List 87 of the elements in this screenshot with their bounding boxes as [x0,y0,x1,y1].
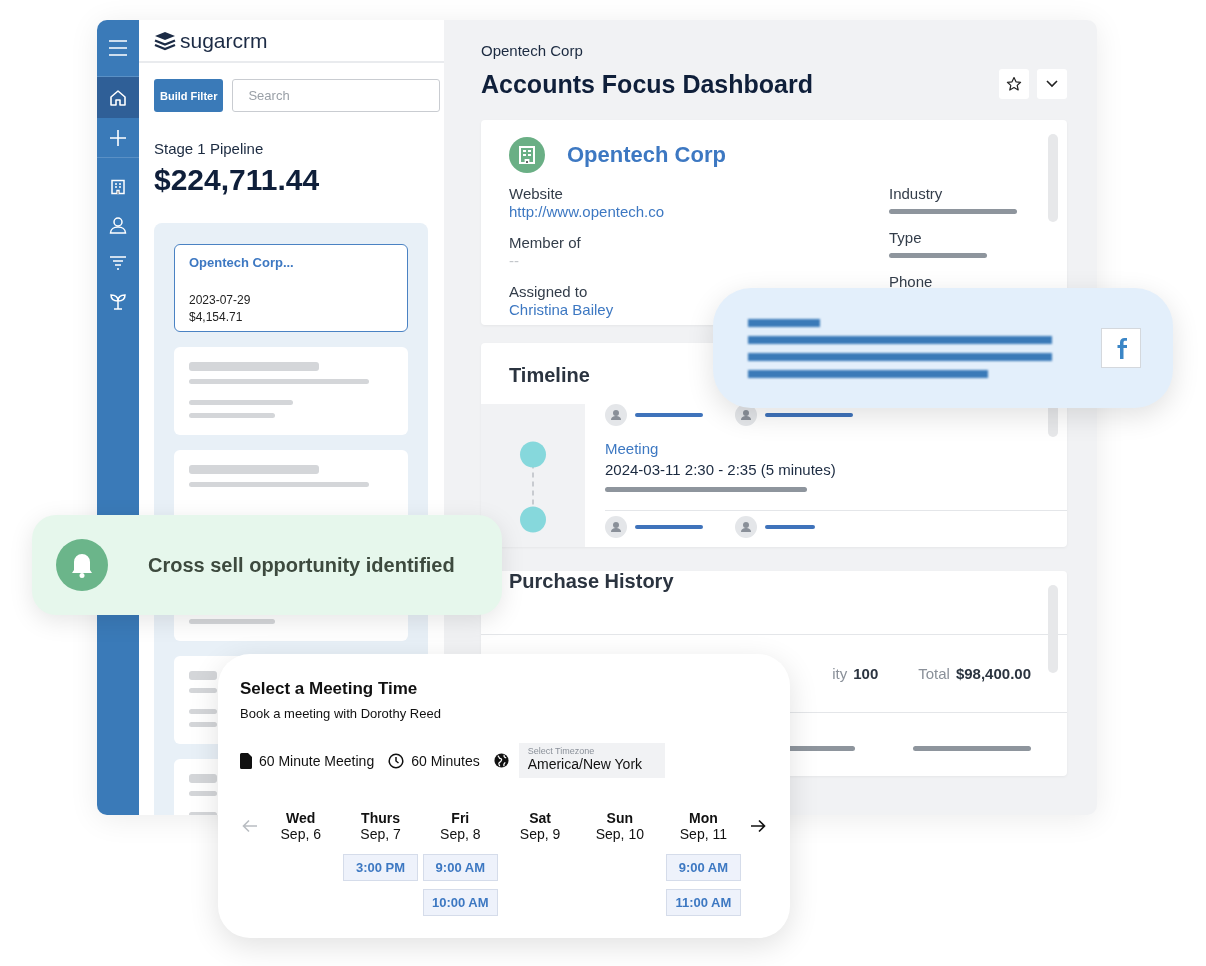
home-icon [109,88,127,107]
skeleton-line [189,774,217,783]
filter-icon [109,255,127,271]
logo-text: sugarcrm [180,28,268,53]
meeting-detail: 60 Minutes [411,752,480,769]
card-title: Timeline [509,365,590,388]
day-date: Sep, 6 [280,826,321,842]
building-icon [110,179,126,195]
pipeline-amount: $224,711.44 [154,163,321,197]
field-label: Phone [889,273,934,291]
field-label: ity [832,665,848,682]
skeleton-line [189,671,217,680]
day-name: Thurs [361,810,400,826]
right-arrow-icon [749,819,766,833]
dashboard-title: Accounts Focus Dashboard [481,69,813,99]
scrollbar[interactable] [1048,134,1058,222]
globe-icon [493,753,509,768]
field-value: -- [509,252,520,270]
meeting-detail: 60 Minute Meeting [259,752,375,769]
timezone-select[interactable]: Select Timezone America/New York [518,743,665,778]
scheduler-title: Select a Meeting Time [240,679,418,699]
chevron-down-icon [1046,80,1058,88]
skeleton-line [189,709,217,714]
day-name: Wed [286,810,316,826]
field-value: $98,400.00 [955,665,1031,682]
field-label: Type [889,229,923,247]
scheduler-subtitle: Book a meeting with Dorothy Reed [240,706,441,721]
day-name: Fri [451,810,470,826]
day-date: Sep, 8 [440,826,481,842]
notification-message: Cross sell opportunity identified [148,553,455,577]
skeleton-line [635,525,703,529]
field-value: 100 [853,665,879,682]
opportunity-card[interactable]: Opentech Corp... 2023-07-29 $4,154.71 [174,244,408,332]
field-label: Total [918,665,950,682]
skeleton-line [189,791,217,796]
skeleton-line [635,413,703,417]
field-link[interactable]: Christina Bailey [509,301,614,319]
clock-icon [388,752,405,769]
skeleton-line [189,688,217,693]
logo-icon [154,30,176,51]
scrollbar[interactable] [1048,585,1058,673]
building-icon [509,137,545,173]
day-date: Sep, 10 [595,826,644,842]
card-title: Purchase History [509,571,674,591]
day-date: Sep, 7 [360,826,401,842]
field-label: Member of [509,234,581,252]
avatar-icon [605,404,627,426]
build-filter-button[interactable]: Build Filter [154,79,224,112]
day-date: Sep, 9 [519,826,561,842]
bell-icon [56,539,108,591]
avatar-icon [605,516,627,538]
activity-time: 2024-03-11 2:30 - 2:35 (5 minutes) [605,461,837,478]
search-field[interactable]: Search [232,79,441,112]
opportunity-amount: $4,154.71 [189,309,244,326]
day-name: Sat [529,810,551,826]
sprout-icon [110,292,126,310]
time-slot-button[interactable]: 3:00 PM [343,854,419,881]
person-icon [109,216,127,234]
activity-link[interactable]: Meeting [605,440,1067,457]
field-label: Website [509,185,564,203]
field-label: Assigned to [509,283,589,301]
avatar-icon [735,516,757,538]
field-label: Industry [889,185,944,203]
plus-icon [109,128,127,147]
opportunity-name: Opentech Corp... [189,255,295,270]
document-icon [240,752,252,769]
time-slot-button[interactable]: 9:00 AM [665,854,741,881]
account-name[interactable]: Opentech Corp [567,142,726,168]
left-arrow-icon [242,819,259,833]
time-slot-button[interactable]: 10:00 AM [422,889,498,916]
day-name: Mon [689,810,718,826]
skeleton-line [765,525,815,529]
letter-f-icon [1101,328,1141,368]
field-link[interactable]: http://www.opentech.co [509,203,665,221]
pipeline-label: Stage 1 Pipeline [154,140,265,157]
time-slot-button[interactable]: 9:00 AM [422,854,498,881]
breadcrumb: Opentech Corp [481,42,584,59]
skeleton-line [189,722,217,727]
dropdown-button[interactable] [1037,69,1067,99]
time-slot-button[interactable]: 11:00 AM [665,889,741,916]
day-name: Sun [606,810,634,826]
day-date: Sep, 11 [679,826,727,842]
menu-icon [108,39,128,57]
star-icon [1006,76,1022,92]
nav-item[interactable] [97,77,139,118]
favorite-button[interactable] [999,69,1029,99]
opportunity-date: 2023-07-29 [189,292,252,309]
